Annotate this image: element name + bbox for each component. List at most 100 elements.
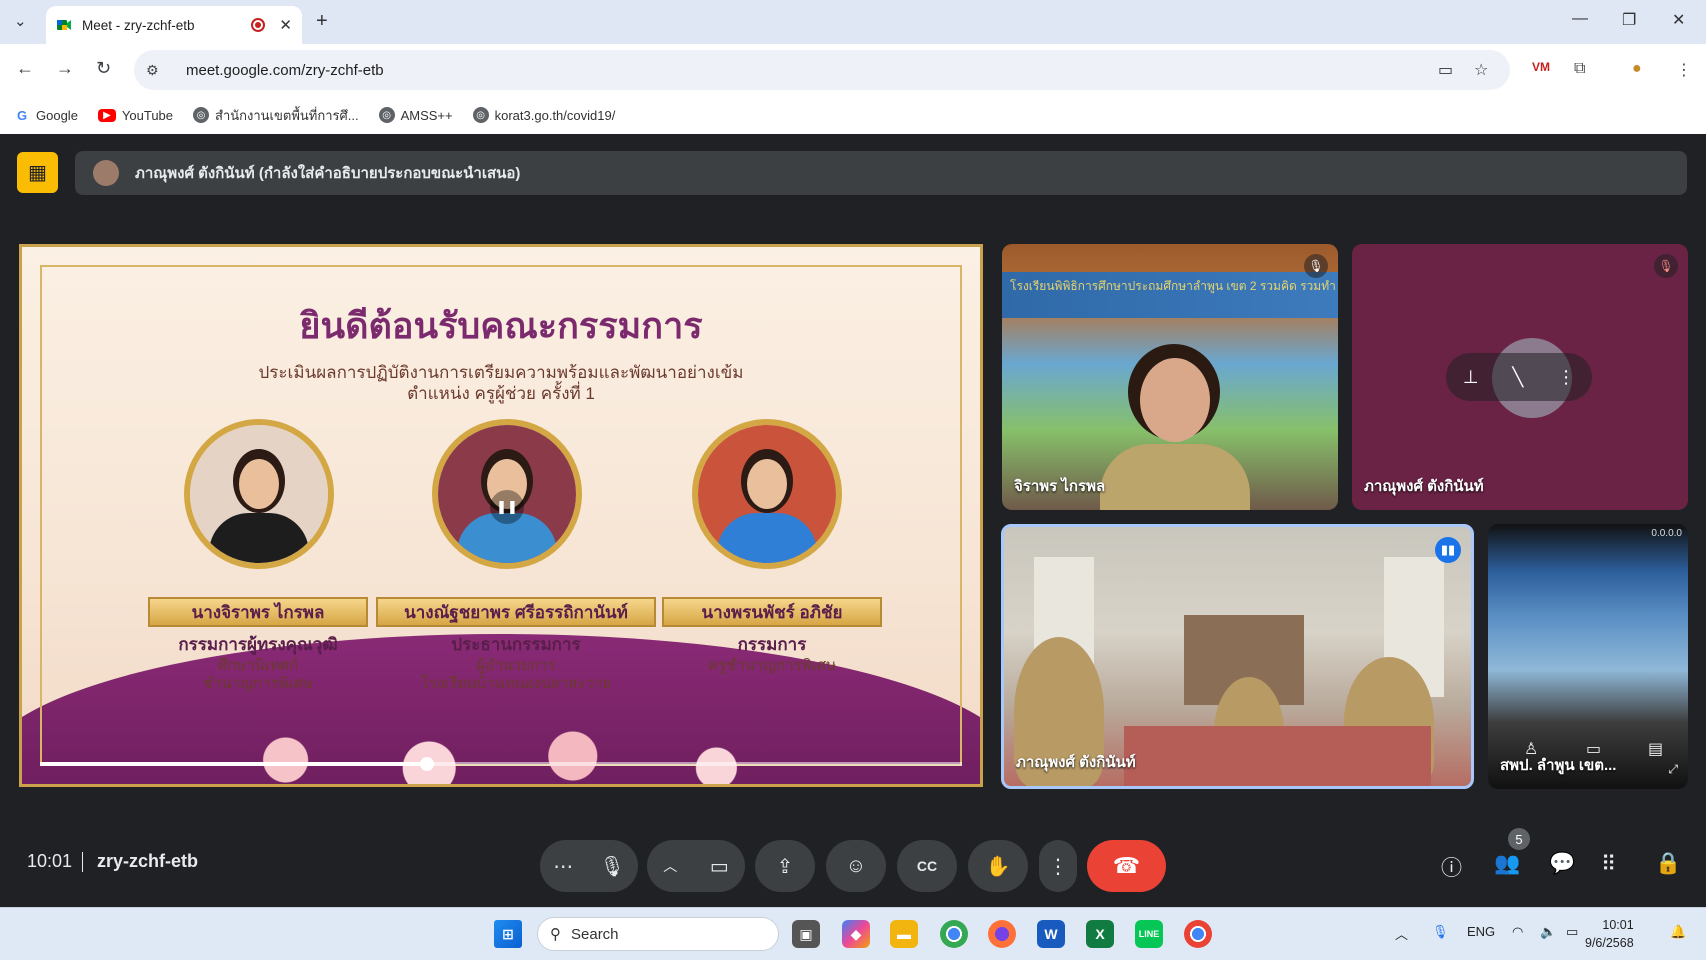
language-indicator[interactable]: ENG bbox=[1467, 924, 1495, 939]
firefox-icon[interactable] bbox=[988, 920, 1016, 948]
people-icon[interactable]: 👥 bbox=[1494, 852, 1520, 876]
present-button[interactable]: ⇪ bbox=[755, 840, 815, 892]
tab-search-icon[interactable]: ⌄ bbox=[14, 12, 27, 30]
pin-icon[interactable]: ⊥ bbox=[1463, 367, 1479, 388]
tile-hover-controls: ⊥ ╲ ⋮ bbox=[1446, 353, 1592, 401]
pause-icon[interactable]: ❚❚ bbox=[490, 490, 524, 524]
extensions-puzzle-icon[interactable]: ⧉ bbox=[1574, 60, 1585, 78]
show-hidden-icons-icon[interactable]: ︿ bbox=[1395, 924, 1408, 943]
presenter-avatar bbox=[93, 160, 119, 186]
bookmark-korat3[interactable]: ◎ korat3.go.th/covid19/ bbox=[472, 107, 615, 123]
battery-icon[interactable]: ▭ bbox=[1566, 924, 1578, 940]
role-2: ประธานกรรมการ bbox=[451, 635, 581, 654]
bookmark-amss[interactable]: ◎ AMSS++ bbox=[378, 107, 453, 123]
taskbar-time: 10:01 bbox=[1602, 918, 1634, 932]
camera-status-icon[interactable]: ▭ bbox=[1438, 60, 1453, 80]
recording-indicator-icon bbox=[251, 18, 266, 32]
close-window-button[interactable]: ✕ bbox=[1672, 10, 1685, 30]
word-icon[interactable]: W bbox=[1037, 920, 1065, 948]
participant-count-badge: 5 bbox=[1508, 828, 1530, 850]
presentation-slide[interactable]: ยินดีต้อนรับคณะกรรมการ ประเมินผลการปฏิบั… bbox=[19, 244, 983, 787]
bookmark-youtube[interactable]: ▶ YouTube bbox=[97, 108, 173, 123]
vm-extension-icon[interactable]: VM bbox=[1532, 60, 1550, 74]
volume-icon[interactable]: 🔈 bbox=[1540, 924, 1556, 940]
task-view-icon[interactable]: ▣ bbox=[792, 920, 820, 948]
browser-tab-meet[interactable]: Meet - zry-zchf-etb ✕ bbox=[46, 6, 302, 44]
meeting-code: zry-zchf-etb bbox=[97, 851, 199, 871]
stop-presenting-icon[interactable]: ▦ bbox=[17, 152, 58, 193]
microphone-tray-icon[interactable]: 🎙 bbox=[1432, 924, 1449, 940]
present-screen-icon: ⇪ bbox=[776, 855, 794, 878]
chrome-icon[interactable] bbox=[940, 920, 968, 948]
chat-icon[interactable]: 💬 bbox=[1549, 852, 1575, 876]
mute-participant-icon[interactable]: ╲ bbox=[1512, 367, 1523, 388]
hang-up-icon: ☎ bbox=[1112, 853, 1141, 878]
globe-icon: ◎ bbox=[378, 107, 395, 123]
url-text: meet.google.com/zry-zchf-etb bbox=[186, 61, 384, 79]
browser-menu-icon[interactable]: ⋮ bbox=[1676, 60, 1692, 80]
globe-icon: ◎ bbox=[472, 107, 489, 123]
new-tab-button[interactable]: + bbox=[316, 10, 328, 33]
site-info-icon[interactable]: ⚙ bbox=[146, 62, 168, 79]
mic-muted-icon: 🎙 bbox=[1304, 254, 1328, 278]
participant-tile-4[interactable]: 0.0.0.0 ♙ ▭ ▤ ⤢ สพป. ลำพูน เขต... bbox=[1488, 524, 1688, 789]
more-mic-options-icon[interactable]: ⋯ bbox=[553, 854, 573, 879]
detail-2b: โรงเรียนบ้านหนองปลาสะวาย bbox=[420, 675, 612, 692]
line-app-icon[interactable]: LINE bbox=[1135, 920, 1163, 948]
window-icon: ▤ bbox=[1648, 741, 1664, 758]
taskbar-search[interactable]: ⚲ Search bbox=[537, 917, 779, 951]
excel-icon[interactable]: X bbox=[1086, 920, 1114, 948]
bookmarks-bar: G Google ▶ YouTube ◎ สำนักงานเขตพื้นที่การศ… bbox=[0, 96, 1706, 134]
host-controls-icon[interactable]: 🔒 bbox=[1655, 852, 1681, 876]
participant-name: ภาณุพงศ์ ตังกินันท์ bbox=[1016, 754, 1136, 771]
profile-avatar[interactable]: ● bbox=[1632, 60, 1642, 78]
video-seek-bar[interactable] bbox=[40, 757, 962, 771]
mic-button[interactable]: ⋯ 🎙 bbox=[540, 840, 638, 892]
bookmark-google[interactable]: G Google bbox=[14, 107, 78, 123]
role-3: กรรมการ bbox=[737, 635, 807, 654]
windows-start-icon[interactable]: ⊞ bbox=[494, 920, 522, 948]
restore-button[interactable]: ❐ bbox=[1622, 10, 1636, 30]
camera-button[interactable]: ︿ ▭ bbox=[647, 840, 745, 892]
search-icon: ⚲ bbox=[550, 926, 561, 943]
hand-icon: ✋ bbox=[985, 855, 1011, 878]
detail-2a: ผู้อำนวยการ bbox=[476, 657, 556, 674]
detail-1b: ชำนาญการพิเศษ bbox=[202, 675, 314, 692]
participant-tile-2[interactable]: ⊥ ╲ ⋮ 🎙 ภาณุพงศ์ ตังกินันท์ bbox=[1352, 244, 1688, 510]
bookmark-office[interactable]: ◎ สำนักงานเขตพื้นที่การศึ... bbox=[193, 105, 359, 126]
activities-grid-icon[interactable]: ⠿ bbox=[1601, 852, 1616, 877]
search-placeholder: Search bbox=[571, 925, 619, 943]
fullscreen-icon[interactable]: ⤢ bbox=[1668, 762, 1678, 777]
portrait-2: ❚❚ bbox=[432, 419, 582, 569]
reactions-button[interactable]: ☺ bbox=[826, 840, 886, 892]
captions-button[interactable]: CC bbox=[897, 840, 957, 892]
notification-icon[interactable]: 🔔 bbox=[1670, 924, 1686, 940]
forward-button[interactable]: → bbox=[56, 58, 74, 79]
microphone-icon: 🎙 bbox=[599, 855, 625, 878]
presenter-banner: ภาณุพงศ์ ตังกินันท์ (กำลังใส่คำอธิบายประ… bbox=[75, 151, 1687, 195]
file-explorer-icon[interactable]: ▬ bbox=[890, 920, 918, 948]
participant-name: ภาณุพงศ์ ตังกินันท์ bbox=[1364, 478, 1484, 495]
close-tab-icon[interactable]: ✕ bbox=[279, 16, 292, 34]
address-bar[interactable]: ⚙ meet.google.com/zry-zchf-etb ▭ ☆ bbox=[134, 50, 1510, 90]
raise-hand-button[interactable]: ✋ bbox=[968, 840, 1028, 892]
taskbar-clock[interactable]: 10:01 9/6/2568 bbox=[1585, 916, 1634, 952]
captions-icon: CC bbox=[916, 858, 938, 874]
reload-button[interactable]: ↻ bbox=[96, 58, 111, 79]
more-options-icon[interactable]: ⋮ bbox=[1557, 367, 1575, 388]
copilot-icon[interactable]: ◆ bbox=[842, 920, 870, 948]
wifi-icon[interactable]: ◠ bbox=[1512, 924, 1523, 940]
more-options-button[interactable]: ⋮ bbox=[1039, 840, 1077, 892]
meeting-info-icon[interactable]: ⓘ bbox=[1441, 852, 1462, 882]
bookmark-star-icon[interactable]: ☆ bbox=[1474, 60, 1488, 80]
minimize-button[interactable]: — bbox=[1572, 10, 1588, 28]
detail-3a: ครูชำนาญการพิเศษ bbox=[707, 657, 837, 674]
participant-tile-1[interactable]: โรงเรียนพิพิธิการศึกษาประถมศึกษาลำพูน เข… bbox=[1002, 244, 1338, 510]
chevron-up-icon[interactable]: ︿ bbox=[663, 856, 677, 876]
back-button[interactable]: ← bbox=[16, 58, 34, 79]
leave-call-button[interactable]: ☎ bbox=[1087, 840, 1166, 892]
portrait-1 bbox=[184, 419, 334, 569]
participant-tile-3-active-speaker[interactable]: ▮▮ ภาณุพงศ์ ตังกินันท์ bbox=[1001, 524, 1474, 789]
meet-stage: ▦ ภาณุพงศ์ ตังกินันท์ (กำลังใส่คำอธิบายป… bbox=[0, 134, 1706, 907]
chrome-active-icon[interactable] bbox=[1184, 920, 1212, 948]
